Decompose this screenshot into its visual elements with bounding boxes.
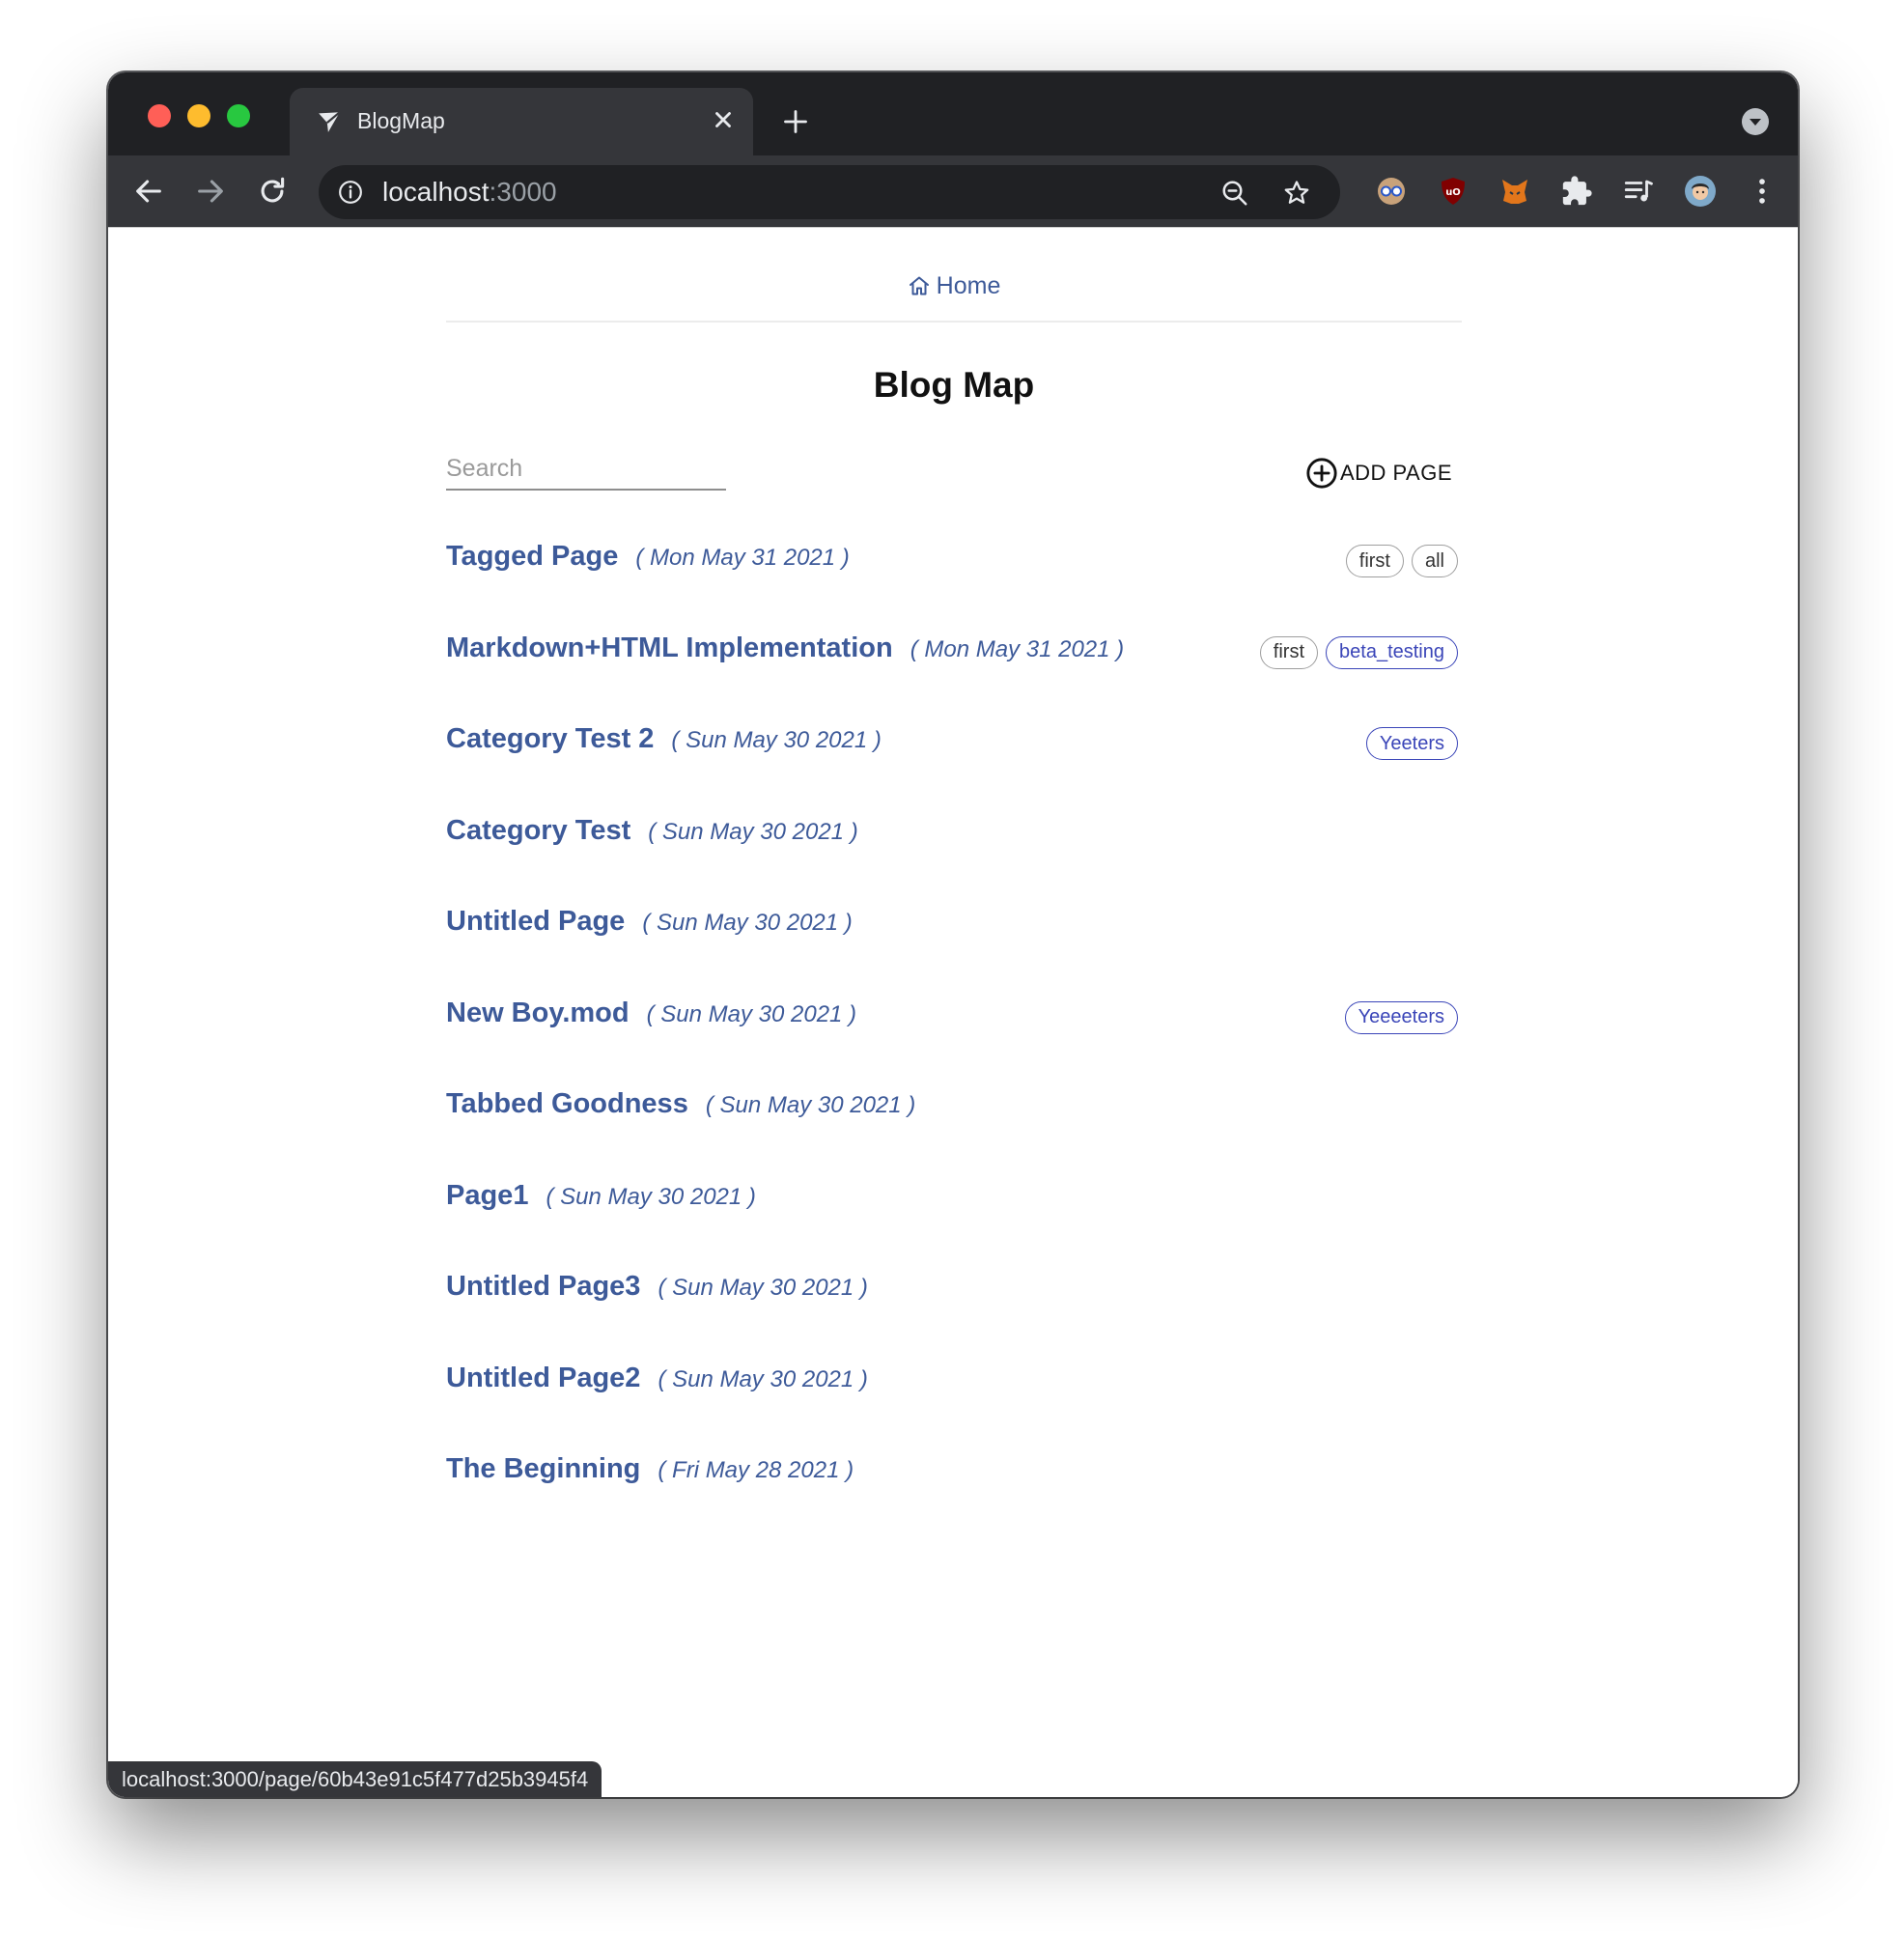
zoom-icon[interactable] bbox=[1220, 179, 1249, 208]
post-date: ( Sun May 30 2021 ) bbox=[546, 1183, 756, 1210]
bookmark-star-icon[interactable] bbox=[1282, 179, 1311, 208]
post-row: Tabbed Goodness ( Sun May 30 2021 ) bbox=[446, 1088, 1462, 1137]
divider bbox=[446, 321, 1462, 323]
post-title: The Beginning bbox=[446, 1453, 641, 1484]
post-title: Category Test 2 bbox=[446, 723, 655, 754]
tag-chip[interactable]: first bbox=[1259, 635, 1319, 669]
tab-search-button[interactable] bbox=[1742, 108, 1769, 135]
close-tab-icon[interactable] bbox=[711, 107, 736, 132]
post-title-link[interactable]: Untitled Page3 ( Sun May 30 2021 ) bbox=[446, 1271, 868, 1303]
post-title-link[interactable]: Page1 ( Sun May 30 2021 ) bbox=[446, 1180, 756, 1212]
post-title: Page1 bbox=[446, 1179, 529, 1211]
status-bar-url: localhost:3000/page/60b43e91c5f477d25b39… bbox=[108, 1761, 602, 1797]
post-title: Category Test bbox=[446, 814, 631, 846]
title-bar: BlogMap bbox=[108, 72, 1798, 155]
post-row: Untitled Page ( Sun May 30 2021 ) bbox=[446, 906, 1462, 954]
post-date: ( Mon May 31 2021 ) bbox=[635, 545, 850, 571]
tag-chip[interactable]: beta_testing bbox=[1326, 635, 1458, 669]
post-row: Category Test ( Sun May 30 2021 ) bbox=[446, 815, 1462, 863]
tab-title: BlogMap bbox=[357, 108, 445, 133]
tag-chip[interactable]: first bbox=[1345, 545, 1404, 577]
post-title-link[interactable]: New Boy.mod ( Sun May 30 2021 ) bbox=[446, 998, 856, 1029]
post-row: Page1 ( Sun May 30 2021 ) bbox=[446, 1180, 1462, 1228]
tag-chip[interactable]: all bbox=[1411, 545, 1458, 577]
post-row: Tagged Page ( Mon May 31 2021 ) first all bbox=[446, 541, 1462, 589]
page-title: Blog Map bbox=[873, 365, 1035, 405]
forward-arrow-icon[interactable] bbox=[194, 175, 227, 208]
profile-avatar[interactable] bbox=[1684, 175, 1717, 208]
url-host: localhost bbox=[382, 177, 490, 207]
extensions-puzzle-icon[interactable] bbox=[1560, 175, 1593, 208]
post-date: ( Fri May 28 2021 ) bbox=[658, 1457, 854, 1483]
post-title: Untitled Page2 bbox=[446, 1362, 641, 1393]
post-title-link[interactable]: Tagged Page ( Mon May 31 2021 ) bbox=[446, 541, 850, 573]
info-icon[interactable] bbox=[338, 180, 363, 205]
url-text: localhost:3000 bbox=[382, 177, 557, 208]
post-title: Untitled Page3 bbox=[446, 1271, 641, 1302]
post-tags: first beta_testing bbox=[1259, 635, 1458, 669]
post-title-link[interactable]: The Beginning ( Fri May 28 2021 ) bbox=[446, 1453, 854, 1485]
chevron-down-icon bbox=[1750, 119, 1761, 126]
page-viewport: Home Blog Map ADD PAGE Tagged Page ( Mon … bbox=[108, 227, 1798, 1797]
tag-chip[interactable]: Yeeeeters bbox=[1344, 1000, 1458, 1034]
add-page-button[interactable]: ADD PAGE bbox=[1305, 456, 1452, 491]
post-row: Untitled Page3 ( Sun May 30 2021 ) bbox=[446, 1271, 1462, 1319]
minimize-window-button[interactable] bbox=[187, 104, 210, 127]
close-window-button[interactable] bbox=[148, 104, 171, 127]
browser-toolbar: localhost:3000 uO bbox=[108, 155, 1798, 227]
post-row: New Boy.mod ( Sun May 30 2021 ) Yeeeeters bbox=[446, 998, 1462, 1046]
post-title-link[interactable]: Category Test ( Sun May 30 2021 ) bbox=[446, 815, 858, 847]
tab-blogmap[interactable]: BlogMap bbox=[290, 88, 753, 155]
post-title: Untitled Page bbox=[446, 906, 626, 937]
post-title: Tagged Page bbox=[446, 541, 619, 572]
post-title: New Boy.mod bbox=[446, 997, 630, 1028]
ublock-shield-icon[interactable]: uO bbox=[1437, 175, 1470, 208]
post-date: ( Sun May 30 2021 ) bbox=[642, 910, 853, 936]
post-date: ( Sun May 30 2021 ) bbox=[671, 727, 882, 753]
address-bar[interactable]: localhost:3000 bbox=[319, 165, 1340, 219]
home-label: Home bbox=[936, 272, 1001, 299]
post-tags: Yeeters bbox=[1365, 727, 1458, 760]
post-date: ( Mon May 31 2021 ) bbox=[910, 635, 1125, 662]
post-tags: Yeeeeters bbox=[1344, 1000, 1458, 1034]
browser-window: BlogMap localhost:3000 uO Home Blog Map … bbox=[108, 72, 1798, 1797]
kebab-menu-icon[interactable] bbox=[1746, 175, 1778, 208]
tag-chip[interactable]: Yeeters bbox=[1365, 727, 1458, 760]
post-title-link[interactable]: Markdown+HTML Implementation ( Mon May 31… bbox=[446, 632, 1124, 664]
svg-text:uO: uO bbox=[1445, 187, 1461, 198]
post-title-link[interactable]: Untitled Page2 ( Sun May 30 2021 ) bbox=[446, 1363, 868, 1394]
reload-icon[interactable] bbox=[256, 175, 289, 208]
post-title: Markdown+HTML Implementation bbox=[446, 632, 893, 663]
post-date: ( Sun May 30 2021 ) bbox=[648, 818, 858, 845]
url-port: :3000 bbox=[489, 177, 557, 207]
home-link[interactable]: Home bbox=[446, 272, 1462, 300]
post-title-link[interactable]: Tabbed Goodness ( Sun May 30 2021 ) bbox=[446, 1088, 915, 1120]
post-row: Markdown+HTML Implementation ( Mon May 31… bbox=[446, 632, 1462, 681]
post-title-link[interactable]: Category Test 2 ( Sun May 30 2021 ) bbox=[446, 723, 882, 755]
post-row: Untitled Page2 ( Sun May 30 2021 ) bbox=[446, 1363, 1462, 1411]
post-date: ( Sun May 30 2021 ) bbox=[658, 1275, 868, 1301]
new-tab-icon[interactable] bbox=[782, 108, 809, 135]
post-row: Category Test 2 ( Sun May 30 2021 ) Yeeter… bbox=[446, 723, 1462, 772]
back-arrow-icon[interactable] bbox=[132, 175, 165, 208]
post-title: Tabbed Goodness bbox=[446, 1088, 688, 1119]
post-date: ( Sun May 30 2021 ) bbox=[658, 1365, 868, 1392]
maximize-window-button[interactable] bbox=[227, 104, 250, 127]
post-title-link[interactable]: Untitled Page ( Sun May 30 2021 ) bbox=[446, 906, 853, 938]
blog-map-content: Home Blog Map ADD PAGE Tagged Page ( Mon … bbox=[446, 228, 1462, 1676]
plus-circle-icon bbox=[1306, 458, 1337, 489]
add-page-label: ADD PAGE bbox=[1339, 461, 1452, 485]
home-icon bbox=[909, 276, 929, 295]
post-date: ( Sun May 30 2021 ) bbox=[705, 1092, 916, 1118]
paper-plane-icon bbox=[319, 111, 341, 132]
post-row: The Beginning ( Fri May 28 2021 ) bbox=[446, 1453, 1462, 1502]
media-queue-icon[interactable] bbox=[1622, 175, 1655, 208]
search-input[interactable] bbox=[446, 448, 726, 491]
glasses-extension-icon[interactable] bbox=[1375, 175, 1408, 208]
metamask-fox-icon[interactable] bbox=[1498, 175, 1531, 208]
post-tags: first all bbox=[1345, 545, 1458, 577]
post-date: ( Sun May 30 2021 ) bbox=[646, 1000, 857, 1027]
